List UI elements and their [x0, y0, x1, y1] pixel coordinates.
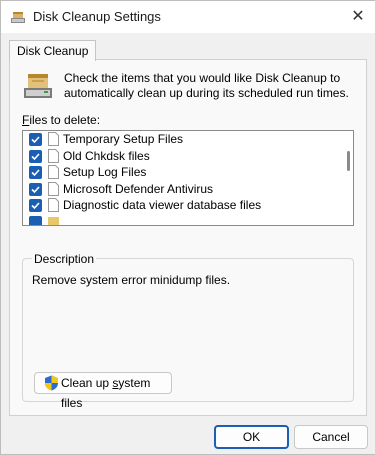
disk-cleanup-icon [11, 12, 25, 23]
close-icon: ✕ [351, 8, 365, 25]
list-item[interactable]: Microsoft Defender Antivirus [23, 181, 353, 198]
scrollbar-thumb[interactable] [347, 151, 350, 171]
checkbox[interactable] [29, 182, 42, 196]
description-text: Remove system error minidump files. [32, 273, 231, 287]
clean-up-system-files-button[interactable]: Clean up system files [34, 372, 172, 410]
list-item[interactable]: Setup Log Files [23, 164, 353, 181]
list-item-label: Microsoft Defender Antivirus [63, 181, 214, 196]
close-button[interactable]: ✕ [345, 4, 371, 30]
checkmark-icon [31, 185, 40, 193]
list-item[interactable]: Temporary Setup Files [23, 131, 353, 148]
checkbox[interactable] [29, 215, 42, 225]
dialog-window: Disk Cleanup Settings ✕ Disk Cleanup Che… [0, 0, 375, 455]
checkbox[interactable] [29, 149, 42, 163]
title-bar[interactable]: Disk Cleanup Settings ✕ [1, 1, 375, 33]
checkmark-icon [31, 152, 40, 160]
description-title: Description [32, 252, 97, 266]
ok-button[interactable]: OK [214, 425, 289, 449]
header-description: Check the items that you would like Disk… [64, 71, 349, 100]
files-listbox[interactable]: Temporary Setup Files Old Chkdsk files S… [22, 130, 354, 226]
tab-disk-cleanup[interactable]: Disk Cleanup [9, 40, 97, 61]
cancel-button[interactable]: Cancel [294, 425, 368, 449]
checkbox[interactable] [29, 199, 42, 212]
checkmark-icon [31, 202, 40, 210]
folder-icon [48, 216, 59, 225]
disk-cleanup-icon [24, 74, 52, 98]
tab-panel: Check the items that you would like Disk… [9, 59, 367, 416]
files-to-delete-label: Files to delete: [22, 113, 101, 127]
button-label: Clean up system files [61, 376, 151, 410]
uac-shield-icon [45, 375, 58, 391]
file-icon [48, 148, 59, 163]
list-item-partial[interactable] [23, 214, 353, 225]
list-item-label: Temporary Setup Files [63, 132, 184, 146]
list-item-label: Diagnostic data viewer database files [63, 198, 262, 212]
window-title: Disk Cleanup Settings [33, 9, 161, 24]
list-item[interactable]: Old Chkdsk files [23, 148, 353, 165]
list-item-label: Setup Log Files [63, 165, 147, 179]
checkmark-icon [31, 169, 40, 177]
file-icon [48, 198, 59, 212]
checkbox[interactable] [29, 166, 42, 179]
checkmark-icon [31, 136, 40, 144]
file-icon [48, 132, 59, 146]
file-icon [48, 181, 59, 196]
list-item[interactable]: Diagnostic data viewer database files [23, 197, 353, 214]
checkbox[interactable] [29, 133, 42, 146]
list-item-label: Old Chkdsk files [63, 148, 150, 163]
file-icon [48, 165, 59, 179]
